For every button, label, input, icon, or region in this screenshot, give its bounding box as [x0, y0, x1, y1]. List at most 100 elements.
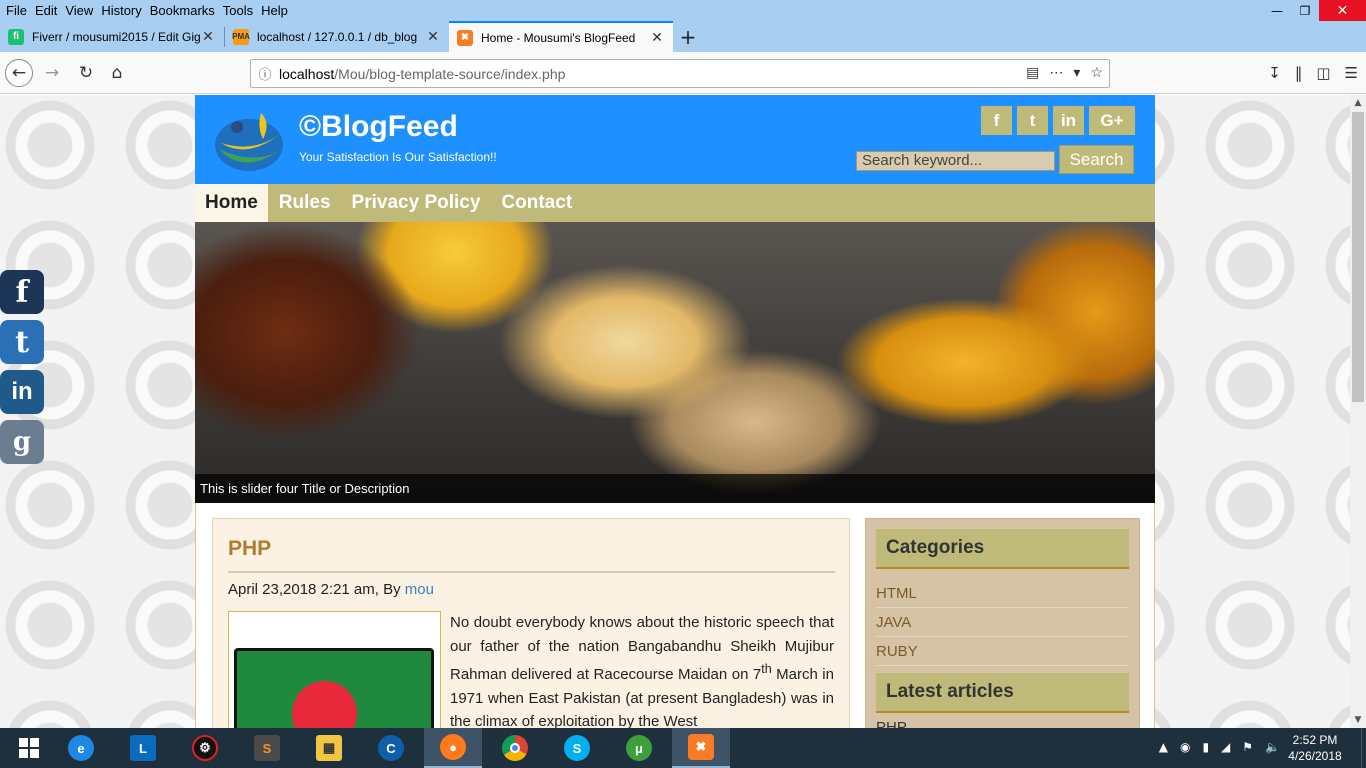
categories-title: Categories — [876, 529, 1129, 569]
category-link[interactable]: HTML — [876, 579, 1129, 608]
google-icon[interactable]: g — [0, 420, 44, 464]
google-plus-icon[interactable]: G+ — [1089, 106, 1135, 135]
tab-phpmyadmin[interactable]: PMA localhost / 127.0.0.1 / db_blog ✕ — [225, 21, 449, 52]
tab-title: Home - Mousumi's BlogFeed — [481, 30, 636, 45]
system-tray: ▲ ◉ ▮ ◢ ⚑ 🔈 — [1159, 740, 1280, 754]
twitter-icon[interactable]: t — [1017, 106, 1048, 135]
taskbar-ie[interactable]: e — [52, 728, 110, 768]
nav-rules[interactable]: Rules — [269, 184, 342, 222]
show-desktop-button[interactable] — [1361, 728, 1366, 768]
taskbar-explorer[interactable]: ▦ — [300, 728, 358, 768]
url-actions: ▤ ⋯ ▾ ☆ — [1026, 64, 1103, 81]
clock[interactable]: 2:52 PM 4/26/2018 — [1280, 732, 1350, 764]
taskbar-skype[interactable]: S — [548, 728, 606, 768]
menu-bookmarks[interactable]: Bookmarks — [144, 3, 215, 18]
menu-view[interactable]: View — [59, 3, 93, 18]
battery-icon[interactable]: ▮ — [1202, 740, 1209, 754]
downloads-icon[interactable]: ↧ — [1268, 64, 1281, 82]
post-title[interactable]: PHP — [228, 537, 271, 561]
action-flag-icon[interactable]: ⚑ — [1242, 740, 1253, 754]
menu-help[interactable]: Help — [255, 3, 288, 18]
close-tab-icon[interactable]: ✕ — [200, 28, 216, 45]
taskbar-sublime[interactable]: S — [238, 728, 296, 768]
menu-bar: File Edit View History Bookmarks Tools H… — [0, 0, 1366, 21]
taskbar-lync[interactable]: L — [114, 728, 172, 768]
site-container: ©BlogFeed Your Satisfaction Is Our Satis… — [195, 95, 1155, 728]
file-explorer-icon: ▦ — [316, 735, 342, 761]
home-button[interactable]: ⌂ — [103, 59, 131, 87]
reader-view-icon[interactable]: ▤ — [1026, 64, 1039, 81]
new-tab-button[interactable]: + — [673, 21, 703, 52]
menu-tools[interactable]: Tools — [217, 3, 253, 18]
main-nav: Home Rules Privacy Policy Contact — [195, 184, 1155, 222]
twitter-icon[interactable]: t — [0, 320, 44, 364]
scroll-thumb[interactable] — [1352, 112, 1364, 402]
tab-title: localhost / 127.0.0.1 / db_blog — [257, 29, 418, 44]
search-button[interactable]: Search — [1059, 145, 1134, 174]
pocket-icon[interactable]: ▾ — [1073, 64, 1080, 81]
tab-blogfeed[interactable]: ✖ Home - Mousumi's BlogFeed ✕ — [449, 21, 673, 52]
restore-button[interactable]: ❐ — [1291, 0, 1319, 21]
linkedin-icon[interactable]: in — [1053, 106, 1084, 135]
tray-up-arrow-icon[interactable]: ▲ — [1159, 740, 1168, 754]
linkedin-icon[interactable]: in — [0, 370, 44, 414]
taskbar-ccleaner[interactable]: C — [362, 728, 420, 768]
taskbar-xampp[interactable]: ✖ — [672, 728, 730, 768]
menu-file[interactable]: File — [0, 3, 27, 18]
content-area: PHP April 23,2018 2:21 am, By mou No dou… — [195, 503, 1155, 728]
network-icon[interactable]: ◢ — [1221, 740, 1230, 754]
taskbar-utorrent[interactable]: μ — [610, 728, 668, 768]
close-tab-icon[interactable]: ✕ — [649, 29, 665, 46]
scroll-down-icon[interactable]: ▼ — [1350, 712, 1366, 728]
flag-circle — [292, 681, 357, 728]
fiverr-icon: fi — [8, 28, 24, 45]
close-window-button[interactable]: ✕ — [1319, 0, 1366, 21]
post-author-link[interactable]: mou — [405, 581, 434, 598]
page-viewport: f t in g ©BlogFeed Your Satisfaction Is … — [0, 95, 1350, 728]
latest-article-link[interactable]: PHP — [876, 719, 907, 728]
library-icon[interactable]: ‖ — [1295, 64, 1303, 82]
scroll-up-icon[interactable]: ▲ — [1350, 95, 1366, 111]
taskbar-firefox[interactable]: ● — [424, 728, 482, 768]
page-scrollbar[interactable]: ▲ ▼ — [1350, 95, 1366, 728]
search-input[interactable]: Search keyword... — [856, 151, 1055, 171]
xampp-icon: ✖ — [688, 734, 714, 760]
category-link[interactable]: JAVA — [876, 608, 1129, 637]
back-button[interactable]: ← — [5, 59, 33, 87]
menu-edit[interactable]: Edit — [29, 3, 57, 18]
hero-slider[interactable]: This is slider four Title or Description — [195, 222, 1155, 503]
page-actions-icon[interactable]: ⋯ — [1049, 64, 1063, 81]
close-tab-icon[interactable]: ✕ — [425, 28, 441, 45]
menu-history[interactable]: History — [95, 3, 141, 18]
forward-button[interactable]: → — [38, 59, 66, 87]
url-bar[interactable]: ⓘ localhost/Mou/blog-template-source/ind… — [250, 59, 1110, 88]
post-meta: April 23,2018 2:21 am, By mou — [228, 581, 434, 598]
hamburger-menu-icon[interactable]: ☰ — [1345, 64, 1358, 82]
internet-explorer-icon: e — [68, 735, 94, 761]
superscript: th — [761, 662, 772, 676]
minimize-button[interactable]: — — [1263, 0, 1291, 21]
nav-home[interactable]: Home — [195, 184, 269, 222]
facebook-icon[interactable]: f — [0, 270, 44, 314]
site-title[interactable]: ©BlogFeed — [299, 110, 458, 144]
settings-app-icon: ⚙ — [192, 735, 218, 761]
tray-app-icon[interactable]: ◉ — [1180, 740, 1190, 754]
post-thumbnail[interactable] — [228, 611, 441, 728]
facebook-icon[interactable]: f — [981, 106, 1012, 135]
volume-icon[interactable]: 🔈 — [1265, 740, 1280, 754]
reload-button[interactable]: ↻ — [72, 59, 100, 87]
chrome-icon — [502, 735, 528, 761]
info-icon[interactable]: ⓘ — [251, 64, 279, 83]
blogfeed-logo[interactable] — [213, 105, 287, 175]
taskbar-chrome[interactable] — [486, 728, 544, 768]
nav-privacy-policy[interactable]: Privacy Policy — [342, 184, 492, 222]
windows-icon — [19, 738, 39, 758]
sublime-text-icon: S — [254, 735, 280, 761]
category-link[interactable]: RUBY — [876, 637, 1129, 666]
start-button[interactable] — [0, 728, 58, 768]
tab-fiverr[interactable]: fi Fiverr / mousumi2015 / Edit Gig ✕ — [0, 21, 224, 52]
bookmark-star-icon[interactable]: ☆ — [1090, 64, 1103, 81]
sidebar-icon[interactable]: ◫ — [1316, 64, 1330, 82]
taskbar-app-red[interactable]: ⚙ — [176, 728, 234, 768]
nav-contact[interactable]: Contact — [491, 184, 582, 222]
